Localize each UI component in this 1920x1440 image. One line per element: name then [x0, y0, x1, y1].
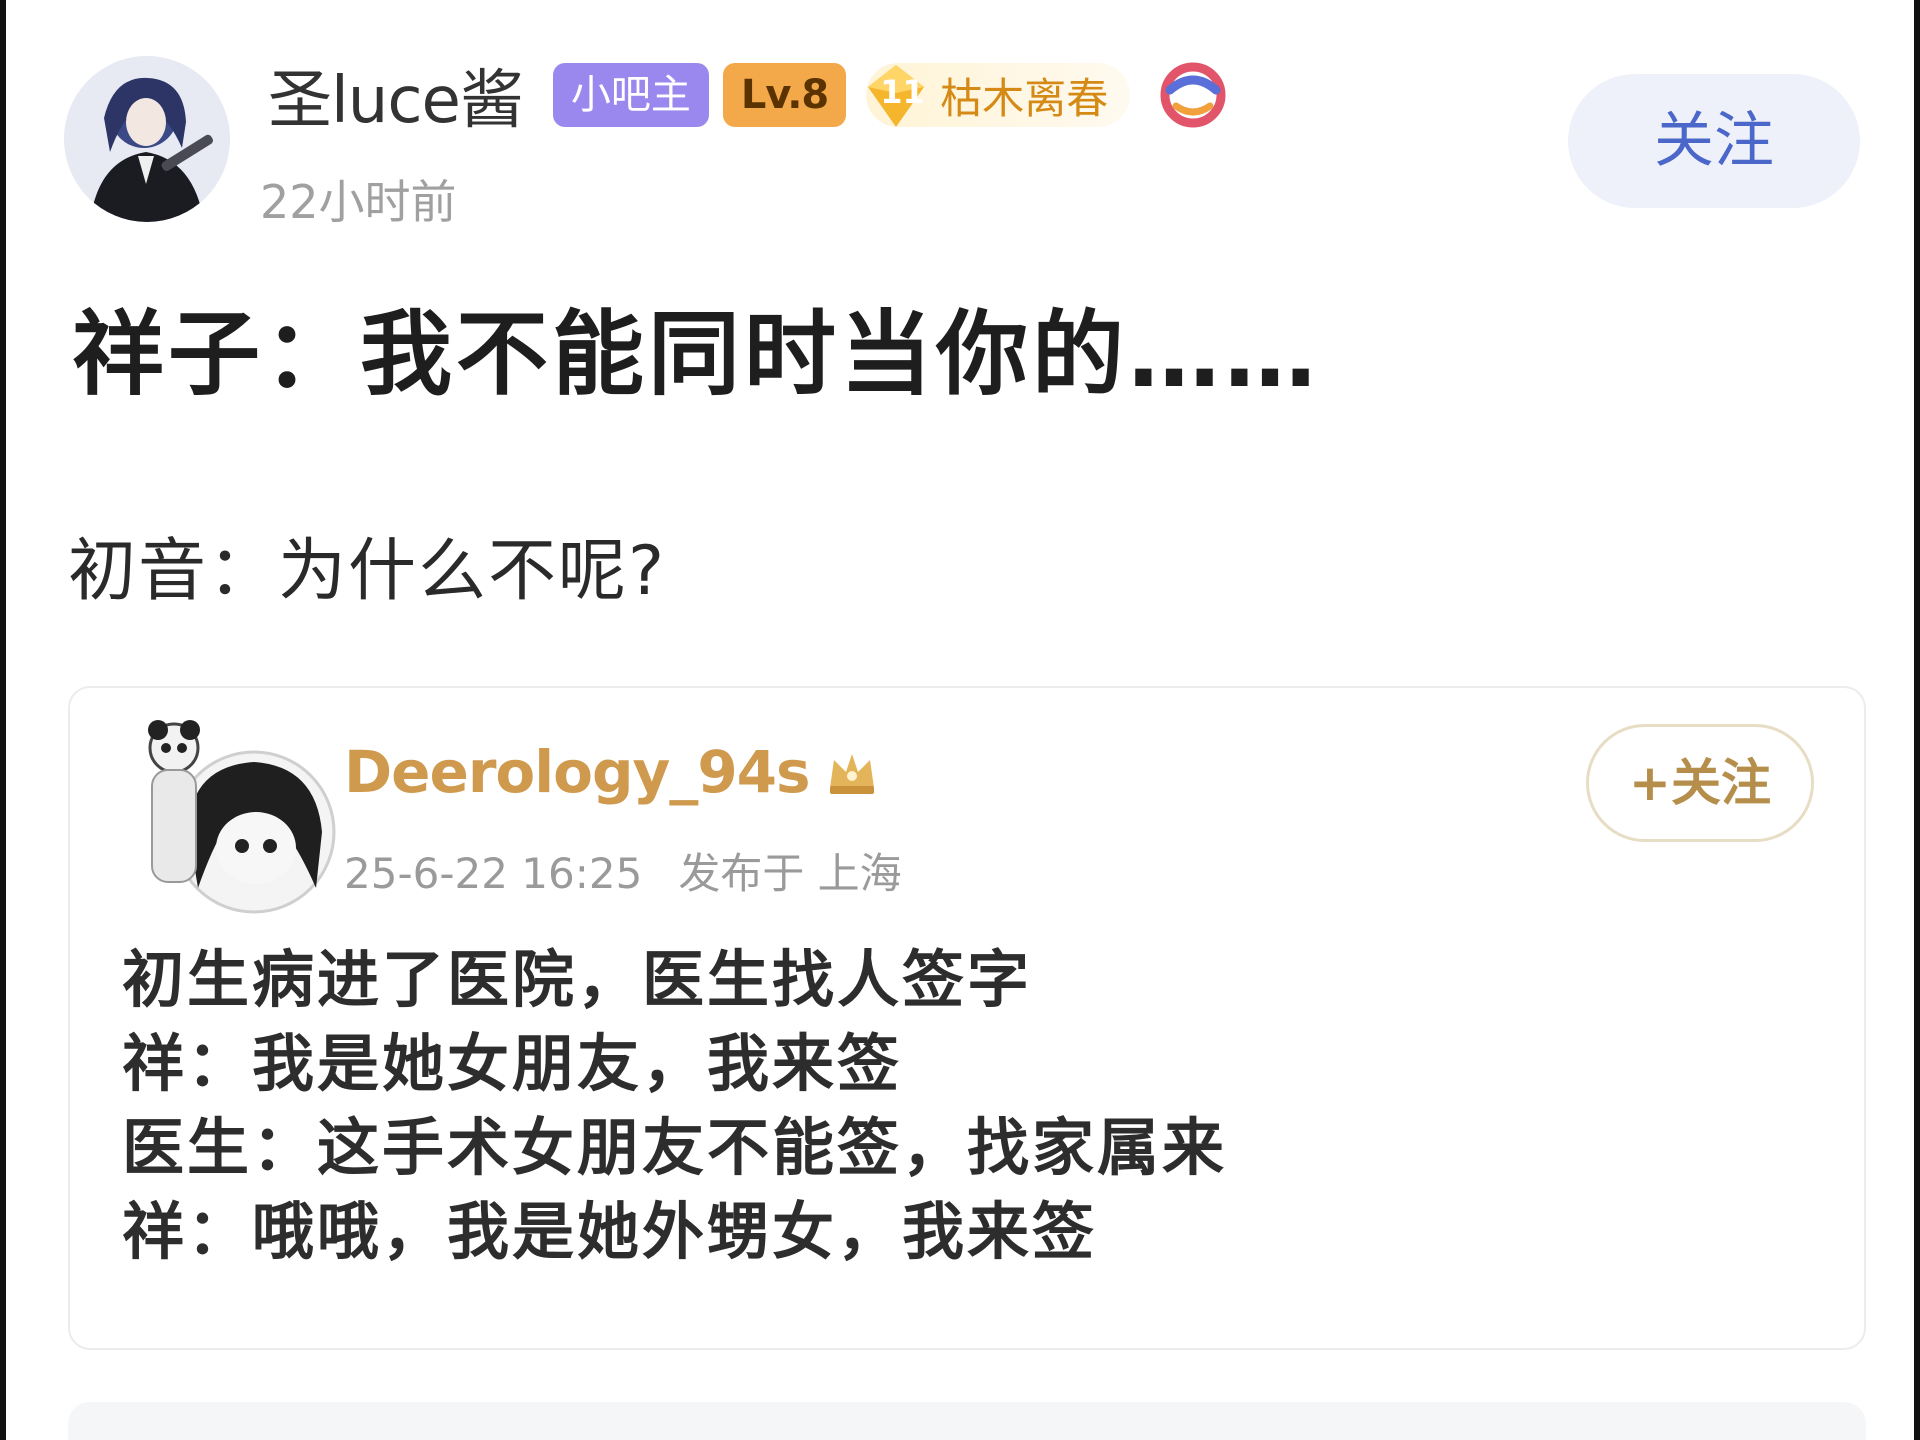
title-badge: 11 枯木离春 — [866, 63, 1131, 127]
author-avatar-image — [64, 56, 230, 222]
quote-line: 医生：这手术女朋友不能签，找家属来 — [122, 1111, 1228, 1184]
next-content-card[interactable] — [68, 1402, 1866, 1440]
post-body: 初音：为什么不呢? — [68, 532, 667, 611]
author-info-row: 圣luce酱 小吧主 Lv.8 11 枯木离春 — [268, 50, 1228, 140]
crown-icon — [829, 754, 874, 794]
quote-line: 祥：哦哦，我是她外甥女，我来签 — [122, 1195, 1098, 1268]
swirl-badge-icon — [1160, 62, 1226, 128]
post-title: 祥子：我不能同时当你的…… — [72, 301, 1321, 408]
quote-author-row: Deerology_94s — [344, 738, 882, 806]
author-username[interactable]: 圣luce酱 — [268, 49, 524, 141]
quote-content: 初生病进了医院，医生找人签字 祥：我是她女朋友，我来签 医生：这手术女朋友不能签… — [122, 938, 1227, 1274]
post-timestamp: 22小时前 — [260, 175, 457, 229]
quoted-post-card[interactable]: Deerology_94s 25-6-22 16:25 发布于 上海 +关注 初生… — [68, 686, 1866, 1350]
quote-location: 发布于 上海 — [678, 849, 902, 898]
owner-badge: 小吧主 — [552, 63, 709, 127]
quote-author-avatar[interactable] — [118, 708, 350, 914]
follow-button[interactable]: 关注 — [1568, 74, 1860, 208]
quote-follow-button[interactable]: +关注 — [1586, 724, 1814, 842]
quote-meta: 25-6-22 16:25 发布于 上海 — [344, 840, 902, 901]
quote-line: 初生病进了医院，医生找人签字 — [122, 943, 1033, 1016]
title-badge-text: 枯木离春 — [940, 73, 1109, 123]
quote-avatar-image — [118, 708, 350, 914]
post-page: 圣luce酱 小吧主 Lv.8 11 枯木离春 22小时前 关注 祥子：我不能同… — [0, 0, 1920, 1440]
gem-number: 11 — [880, 73, 925, 111]
quote-author-username[interactable]: Deerology_94s — [344, 738, 811, 806]
quote-date: 25-6-22 16:25 — [344, 849, 643, 898]
quote-line: 祥：我是她女朋友，我来签 — [122, 1027, 903, 1100]
author-avatar[interactable] — [64, 56, 230, 222]
level-badge: Lv.8 — [722, 63, 847, 127]
